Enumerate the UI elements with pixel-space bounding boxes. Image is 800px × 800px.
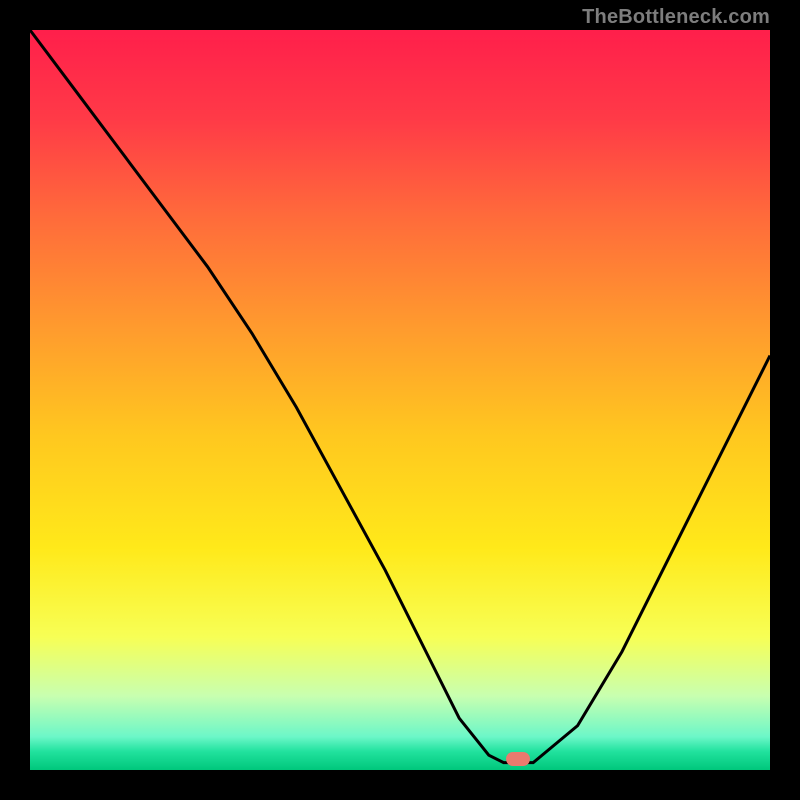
chart-stage: TheBottleneck.com [0,0,800,800]
curve-path [30,30,770,763]
optimal-point-marker [506,752,530,766]
plot-area [30,30,770,770]
bottleneck-curve [30,30,770,770]
watermark-text: TheBottleneck.com [582,6,770,29]
